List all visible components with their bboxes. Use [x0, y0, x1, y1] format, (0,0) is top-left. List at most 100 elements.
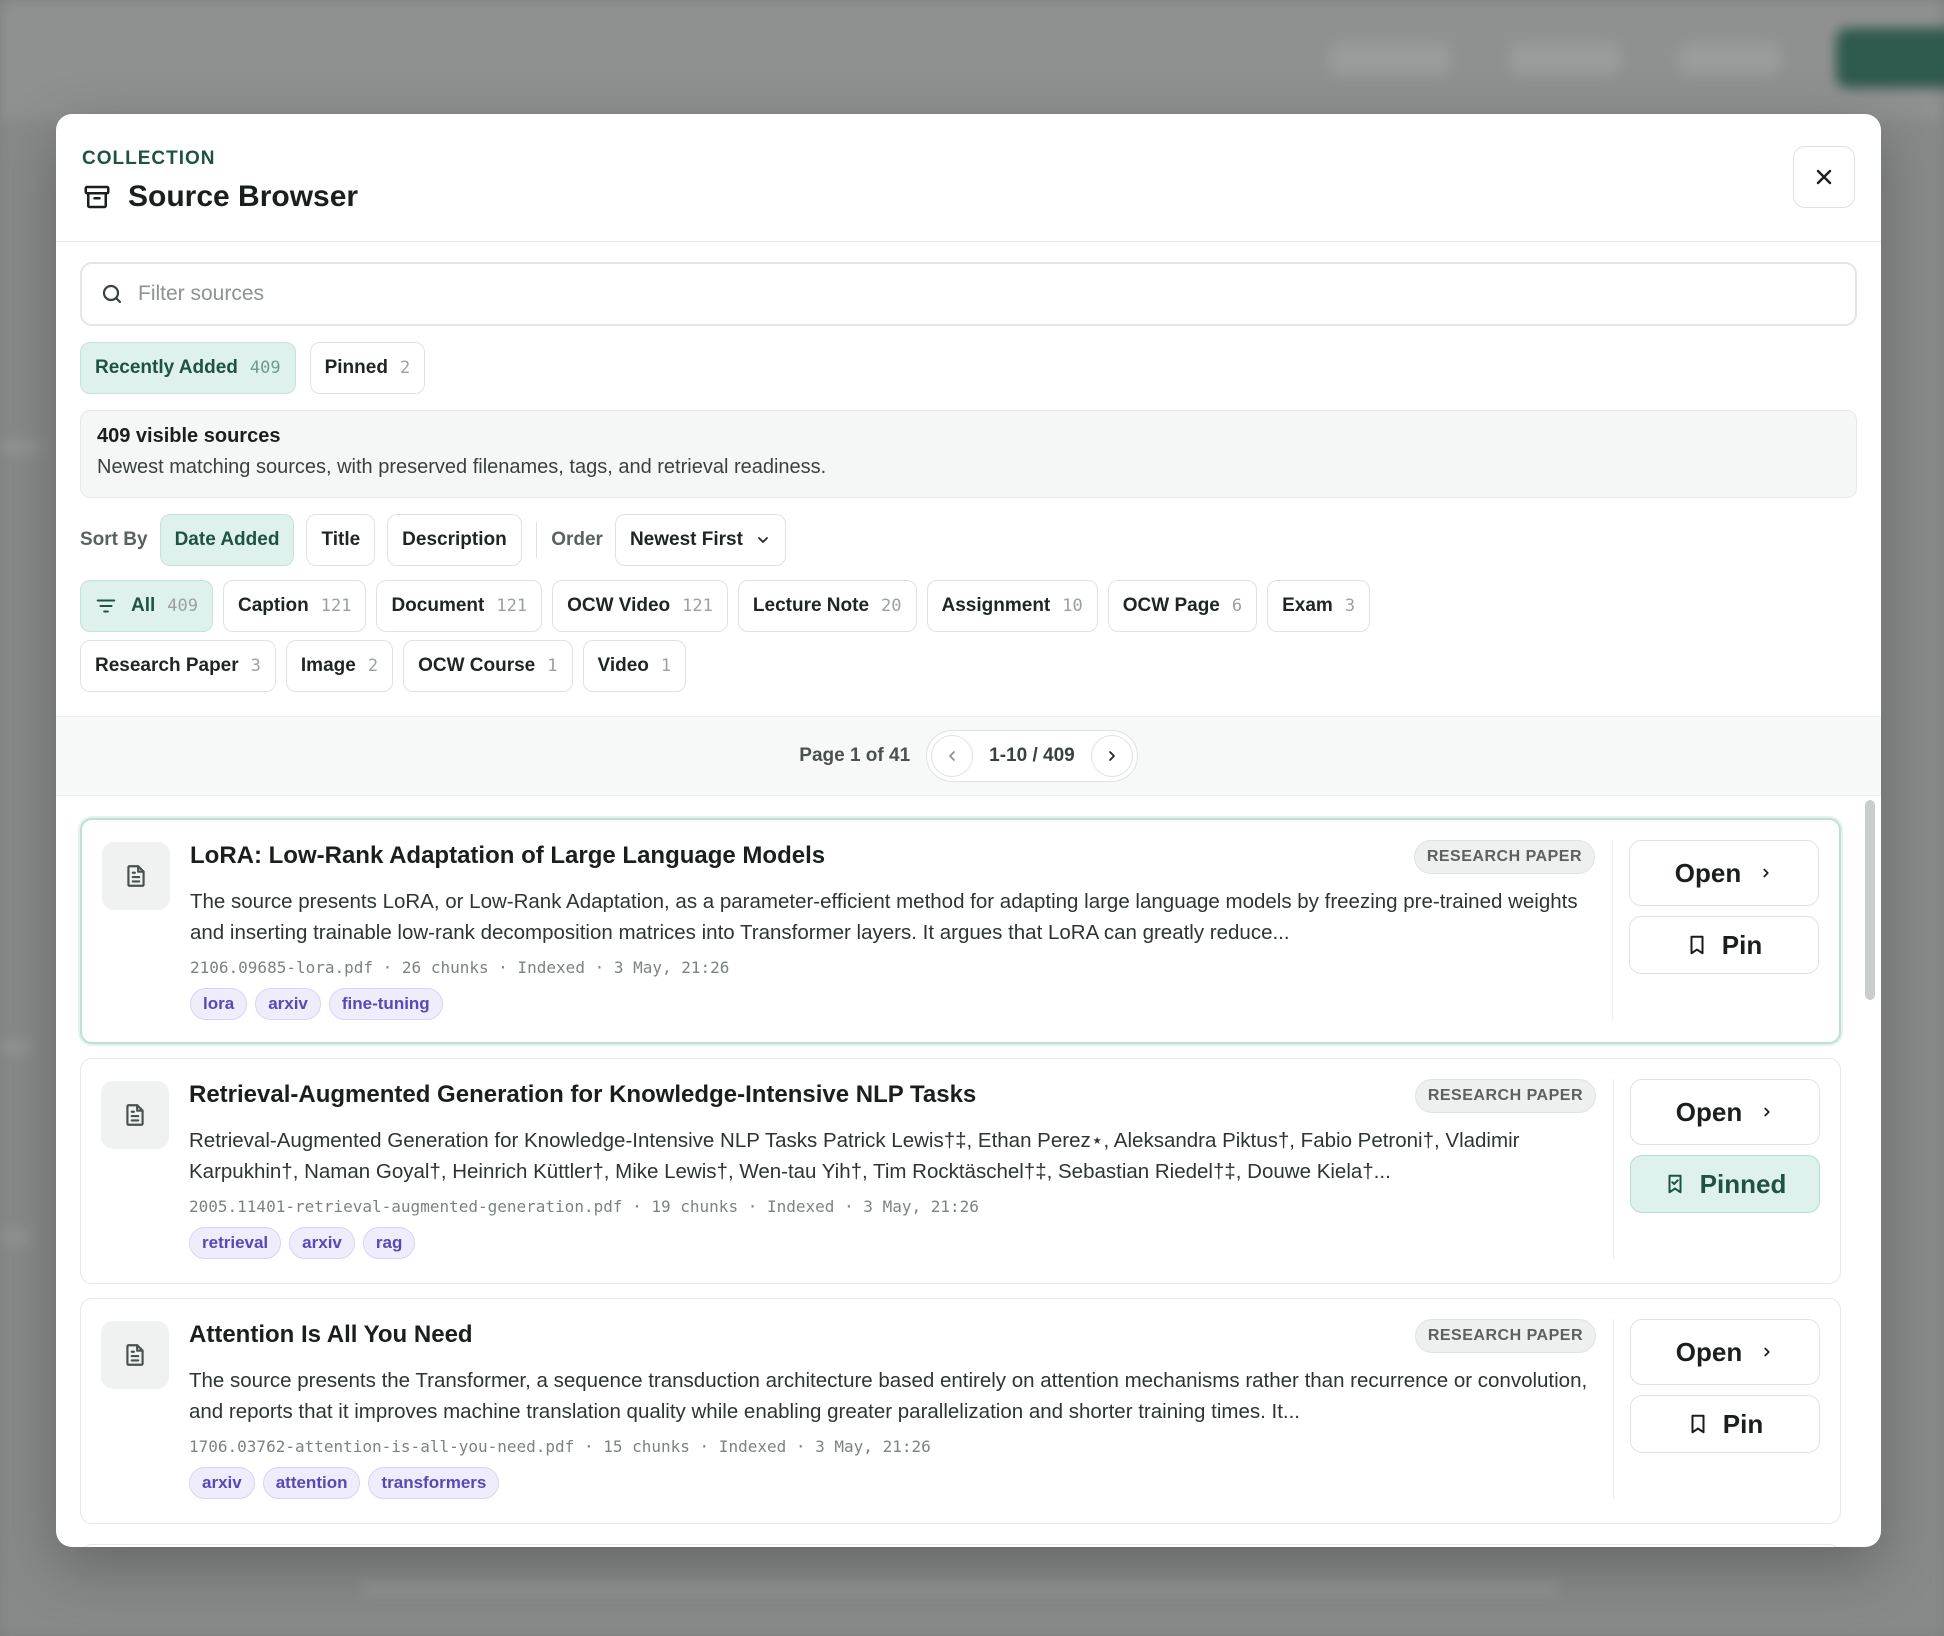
- tag[interactable]: lora: [190, 988, 248, 1020]
- type-filter-caption[interactable]: Caption 121: [223, 580, 367, 632]
- archive-icon: [84, 185, 110, 209]
- source-title[interactable]: LoRA: Low-Rank Adaptation of Large Langu…: [190, 842, 825, 870]
- background-line: [0, 440, 40, 454]
- background-pill: [1510, 42, 1620, 76]
- open-button[interactable]: Open: [1630, 1319, 1820, 1385]
- sort-description[interactable]: Description: [387, 514, 522, 566]
- source-title[interactable]: Retrieval-Augmented Generation for Knowl…: [189, 1081, 976, 1109]
- source-title[interactable]: Attention Is All You Need: [189, 1321, 473, 1349]
- close-icon: [1816, 169, 1832, 185]
- type-filter-label: Assignment: [941, 595, 1051, 616]
- type-filter-all[interactable]: All 409: [80, 580, 213, 632]
- pin-button[interactable]: Pin: [1629, 916, 1819, 974]
- type-filter-lecture-note[interactable]: Lecture Note 20: [737, 580, 917, 632]
- type-filter-count: 3: [250, 656, 261, 676]
- open-label: Open: [1675, 1096, 1743, 1127]
- tag[interactable]: fine-tuning: [328, 988, 443, 1020]
- document-icon: [101, 1081, 169, 1149]
- bookmark-check-icon: [1668, 1174, 1682, 1194]
- chevron-left-icon: [949, 751, 956, 761]
- tag[interactable]: arxiv: [255, 988, 321, 1020]
- chevron-down-icon: [758, 537, 768, 543]
- prev-page-button[interactable]: [931, 735, 974, 777]
- type-filter-count: 121: [496, 596, 528, 616]
- sort-date-added[interactable]: Date Added: [159, 514, 295, 566]
- tab-recently-added[interactable]: Recently Added 409: [80, 342, 296, 394]
- type-filter-label: Exam: [1282, 595, 1333, 616]
- source-card[interactable]: Retrieval-Augmented Generation for Knowl…: [80, 1058, 1841, 1284]
- document-icon: [102, 842, 170, 910]
- pinned-button[interactable]: Pinned: [1630, 1155, 1820, 1213]
- filter-icon: [96, 599, 116, 613]
- type-filter-label: Document: [391, 595, 485, 616]
- modal-header: COLLECTION Source Browser: [56, 114, 1881, 242]
- open-button[interactable]: Open: [1630, 1079, 1820, 1145]
- source-card-partial: [80, 1544, 1841, 1547]
- sort-controls: Sort By Date Added Title Description Ord…: [80, 514, 1857, 566]
- source-tags: retrieval arxiv rag: [189, 1227, 416, 1259]
- chevron-right-icon: [1764, 1107, 1770, 1117]
- type-filter-document[interactable]: Document 121: [376, 580, 543, 632]
- type-filter-video[interactable]: Video 1: [582, 640, 687, 692]
- type-filter-count: 3: [1344, 596, 1356, 616]
- source-type-badge: RESEARCH PAPER: [1413, 840, 1595, 874]
- type-filter-ocw-video[interactable]: OCW Video 121: [552, 580, 728, 632]
- tab-label: Recently Added: [95, 357, 238, 378]
- source-type-badge: RESEARCH PAPER: [1414, 1319, 1596, 1353]
- type-filter-research-paper[interactable]: Research Paper 3: [80, 640, 276, 692]
- search-input[interactable]: [138, 282, 1837, 306]
- type-filter-ocw-course[interactable]: OCW Course 1: [403, 640, 573, 692]
- view-tabs: Recently Added 409 Pinned 2: [80, 342, 1857, 394]
- type-filter-assignment[interactable]: Assignment 10: [926, 580, 1098, 632]
- type-filter-ocw-page[interactable]: OCW Page 6: [1107, 580, 1258, 632]
- chevron-right-icon: [1764, 1347, 1770, 1357]
- tab-pinned[interactable]: Pinned 2: [309, 342, 426, 394]
- order-select[interactable]: Newest First: [614, 514, 786, 566]
- type-filter-count: 121: [682, 596, 713, 616]
- tag[interactable]: arxiv: [189, 1467, 255, 1499]
- pagination-bar: Page 1 of 41 1-10 / 409: [56, 716, 1881, 796]
- open-button[interactable]: Open: [1629, 840, 1819, 906]
- type-filter-count: 6: [1231, 596, 1243, 616]
- next-page-button[interactable]: [1090, 735, 1133, 777]
- divider: [1612, 1319, 1614, 1499]
- source-card[interactable]: Attention Is All You Need RESEARCH PAPER…: [80, 1298, 1841, 1524]
- type-filter-label: Lecture Note: [752, 595, 870, 616]
- type-filter-count: 1: [547, 656, 558, 676]
- type-filters: All 409 Caption 121 Document 121 OCW Video…: [80, 580, 1560, 692]
- source-tags: arxiv attention transformers: [189, 1467, 500, 1499]
- type-filter-label: OCW Video: [567, 595, 671, 616]
- pin-label: Pinned: [1699, 1168, 1787, 1199]
- type-filter-exam[interactable]: Exam 3: [1267, 580, 1371, 632]
- background-pill: [1330, 42, 1450, 76]
- source-card[interactable]: LoRA: Low-Rank Adaptation of Large Langu…: [80, 818, 1841, 1044]
- type-filter-count: 20: [881, 596, 902, 616]
- background-toolbar: [0, 0, 1944, 120]
- tag[interactable]: attention: [262, 1467, 361, 1499]
- search-field[interactable]: [80, 262, 1857, 326]
- sort-title[interactable]: Title: [306, 514, 376, 566]
- tag[interactable]: rag: [362, 1227, 416, 1259]
- source-type-badge: RESEARCH PAPER: [1414, 1079, 1596, 1113]
- type-filter-label: Video: [597, 655, 649, 676]
- pin-button[interactable]: Pin: [1630, 1395, 1820, 1453]
- bookmark-icon: [1690, 935, 1704, 955]
- bookmark-icon: [1691, 1414, 1705, 1434]
- tag[interactable]: arxiv: [289, 1227, 355, 1259]
- close-button[interactable]: [1793, 146, 1855, 208]
- order-value: Newest First: [629, 529, 743, 550]
- source-tags: lora arxiv fine-tuning: [190, 988, 443, 1020]
- tag[interactable]: transformers: [368, 1467, 500, 1499]
- scrollbar[interactable]: [1865, 800, 1875, 1000]
- page-range: 1-10 / 409: [989, 745, 1075, 766]
- type-filter-label: All: [131, 595, 156, 616]
- chevron-right-icon: [1763, 868, 1769, 878]
- source-description: Retrieval-Augmented Generation for Knowl…: [189, 1129, 1520, 1183]
- tab-count: 2: [399, 358, 411, 378]
- tag[interactable]: retrieval: [189, 1227, 282, 1259]
- tab-label: Pinned: [324, 357, 388, 378]
- type-filter-image[interactable]: Image 2: [285, 640, 394, 692]
- divider: [535, 522, 538, 558]
- pagination-control: 1-10 / 409: [926, 730, 1138, 782]
- document-icon: [101, 1321, 169, 1389]
